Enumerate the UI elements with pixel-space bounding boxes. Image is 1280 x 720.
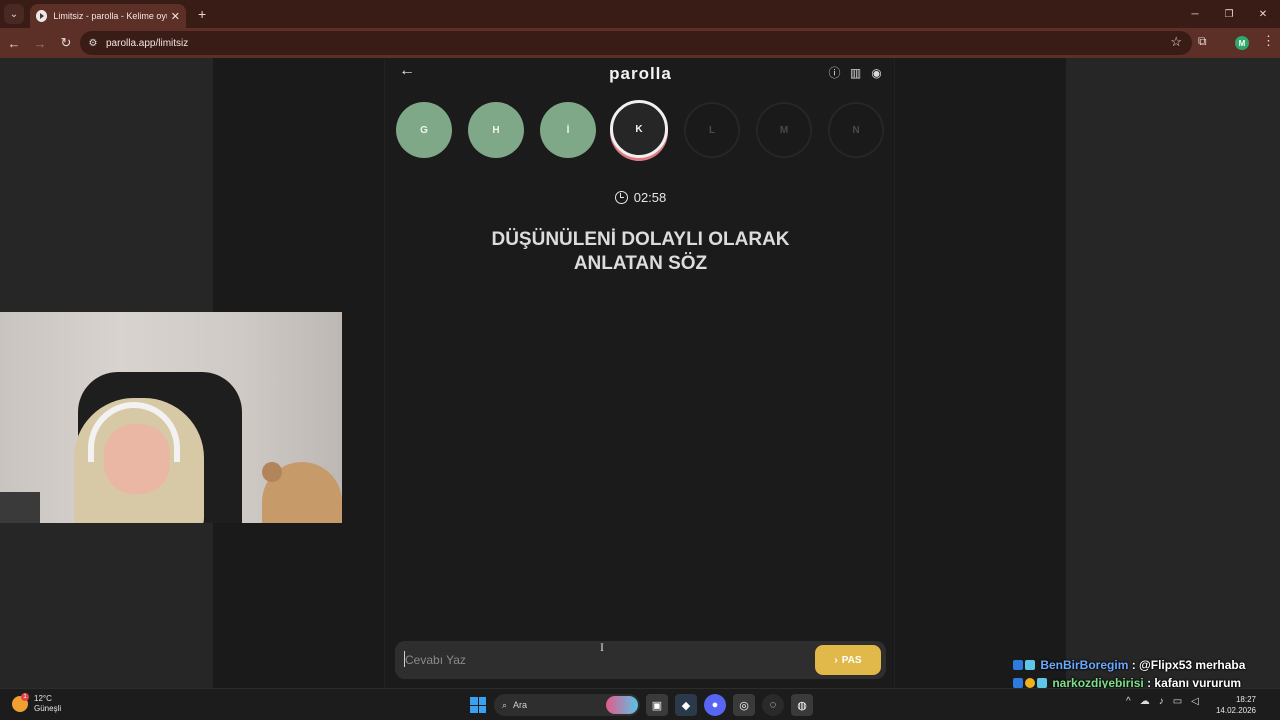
discord-icon[interactable]: ●: [704, 694, 726, 716]
address-bar[interactable]: ⚙ parolla.app/limitsiz ☆: [80, 31, 1192, 55]
forward-button[interactable]: →: [28, 31, 52, 55]
browser-tab-bar: ⌄ Limitsiz - parolla - Kelime oyunu ✕ + …: [0, 0, 1280, 28]
question-line-1: DÜŞÜNÜLENİ DOLAYLI OLARAK: [491, 229, 790, 250]
tab-favicon-icon: [36, 10, 48, 22]
letter-circle-l: L: [684, 102, 740, 158]
clock-date: 14.02.2026: [1215, 706, 1256, 715]
pas-label: PAS: [841, 654, 862, 666]
user-icon[interactable]: ◉: [869, 65, 884, 80]
display-icon[interactable]: ▭: [1173, 696, 1182, 707]
chrome-icon[interactable]: ◎: [733, 694, 755, 716]
pas-button[interactable]: › PAS: [815, 645, 881, 675]
timer-value: 02:58: [633, 190, 667, 205]
weather-badge: 1: [21, 693, 29, 701]
weather-temp: 12°C: [34, 694, 52, 703]
taskbar-clock[interactable]: 18:27 14.02.2026: [1216, 694, 1256, 716]
weather-desc: Güneşli: [34, 704, 62, 713]
chat-message: BenBirBoregim : @Flipx53 merhaba: [1013, 656, 1273, 674]
cloud-icon[interactable]: ☁: [1140, 696, 1150, 707]
search-label: Ara: [513, 700, 528, 710]
weather-text: 12°C Güneşli: [34, 694, 61, 714]
tab-title: Limitsiz - parolla - Kelime oyunu: [53, 11, 166, 21]
windows-taskbar: 1 12°C Güneşli ⌕ Ara ▣ ◆ ● ◎ ◌ ◍ ^ ☁ ♪ ▭…: [0, 688, 1280, 720]
chat-text: : @Flipx53 merhaba: [1131, 658, 1246, 672]
browser-tab-active[interactable]: Limitsiz - parolla - Kelime oyunu ✕: [30, 4, 186, 28]
chat-badge-icon: [1025, 660, 1035, 670]
volume-icon[interactable]: ◁: [1191, 696, 1199, 707]
bookmark-star-icon[interactable]: ☆: [1170, 34, 1182, 50]
close-window-button[interactable]: ✕: [1246, 0, 1280, 28]
letter-circle-i: İ: [540, 102, 596, 158]
obs-icon[interactable]: ◌: [762, 694, 784, 716]
tab-search-button[interactable]: ⌄: [4, 4, 24, 24]
stats-icon[interactable]: ▥: [848, 65, 863, 80]
task-view-icon[interactable]: ▣: [646, 694, 668, 716]
weather-widget[interactable]: 1 12°C Güneşli: [12, 693, 61, 714]
clock-icon: [614, 191, 628, 204]
site-info-icon[interactable]: ⚙: [86, 36, 100, 50]
steam-icon[interactable]: ◍: [791, 694, 813, 716]
reload-button[interactable]: ↻: [54, 31, 78, 55]
back-button[interactable]: ←: [2, 31, 26, 55]
chat-username: BenBirBoregim: [1040, 658, 1129, 672]
letter-circle-g: G: [396, 102, 452, 158]
webcam-teddy-ear: [262, 462, 282, 482]
question-text: DÜŞÜNÜLENİ DOLAYLI OLARAK ANLATAN SÖZ: [425, 228, 856, 276]
clock-time: 18:27: [1235, 695, 1256, 704]
vscode-like-app-icon[interactable]: ◆: [675, 694, 697, 716]
chat-badge-icon: [1025, 678, 1035, 688]
webcam-person-face: [104, 424, 170, 494]
windows-start-icon[interactable]: [470, 697, 486, 713]
window-controls: ─ ❐ ✕: [1178, 0, 1280, 28]
search-highlight-image: [606, 696, 638, 714]
letter-circle-m: M: [756, 102, 812, 158]
letter-circle-h: H: [468, 102, 524, 158]
answer-input[interactable]: [405, 651, 785, 669]
header-icons: ⓘ ▥ ◉: [827, 65, 884, 81]
chat-badge-icon: [1013, 660, 1023, 670]
letter-circle-k: K: [610, 100, 668, 158]
chevron-right-icon: ›: [834, 654, 838, 666]
mic-icon[interactable]: ♪: [1159, 696, 1164, 707]
page-side-right: [1066, 58, 1280, 688]
app-logo: parolla: [609, 64, 672, 83]
parolla-app: ← parolla ⓘ ▥ ◉ G H İ K L M N 02:58 DÜŞÜ…: [384, 58, 895, 688]
webcam-shelf: [0, 492, 40, 523]
sun-icon: 1: [12, 693, 29, 712]
ibeam-cursor-icon: I: [600, 640, 604, 654]
webcam-overlay: [0, 312, 342, 523]
info-icon[interactable]: ⓘ: [827, 65, 842, 80]
letter-circle-n: N: [828, 102, 884, 158]
timer: 02:58: [385, 190, 896, 205]
search-icon: ⌕: [502, 699, 508, 710]
tray-overflow-icon[interactable]: ^: [1126, 696, 1131, 707]
chat-badge-icon: [1013, 678, 1023, 688]
profile-avatar[interactable]: M: [1235, 36, 1249, 50]
question-line-2: ANLATAN SÖZ: [573, 253, 708, 274]
extensions-icon[interactable]: ⧉: [1198, 34, 1207, 49]
browser-menu-icon[interactable]: ⋮: [1262, 33, 1275, 49]
answer-bar: › PAS: [395, 641, 886, 679]
minimize-button[interactable]: ─: [1178, 0, 1212, 28]
browser-toolbar: ← → ↻ ⚙ parolla.app/limitsiz ☆: [0, 28, 1280, 58]
app-header: ← parolla ⓘ ▥ ◉: [385, 62, 896, 88]
maximize-button[interactable]: ❐: [1212, 0, 1246, 28]
chat-badge-icon: [1037, 678, 1047, 688]
url-text: parolla.app/limitsiz: [106, 37, 189, 49]
tab-close-icon[interactable]: ✕: [171, 10, 180, 23]
new-tab-button[interactable]: +: [198, 6, 206, 22]
taskbar-search[interactable]: ⌕ Ara: [494, 694, 640, 716]
letter-track: G H İ K L M N: [396, 100, 886, 162]
system-tray: ^ ☁ ♪ ▭ ◁: [1126, 696, 1199, 707]
